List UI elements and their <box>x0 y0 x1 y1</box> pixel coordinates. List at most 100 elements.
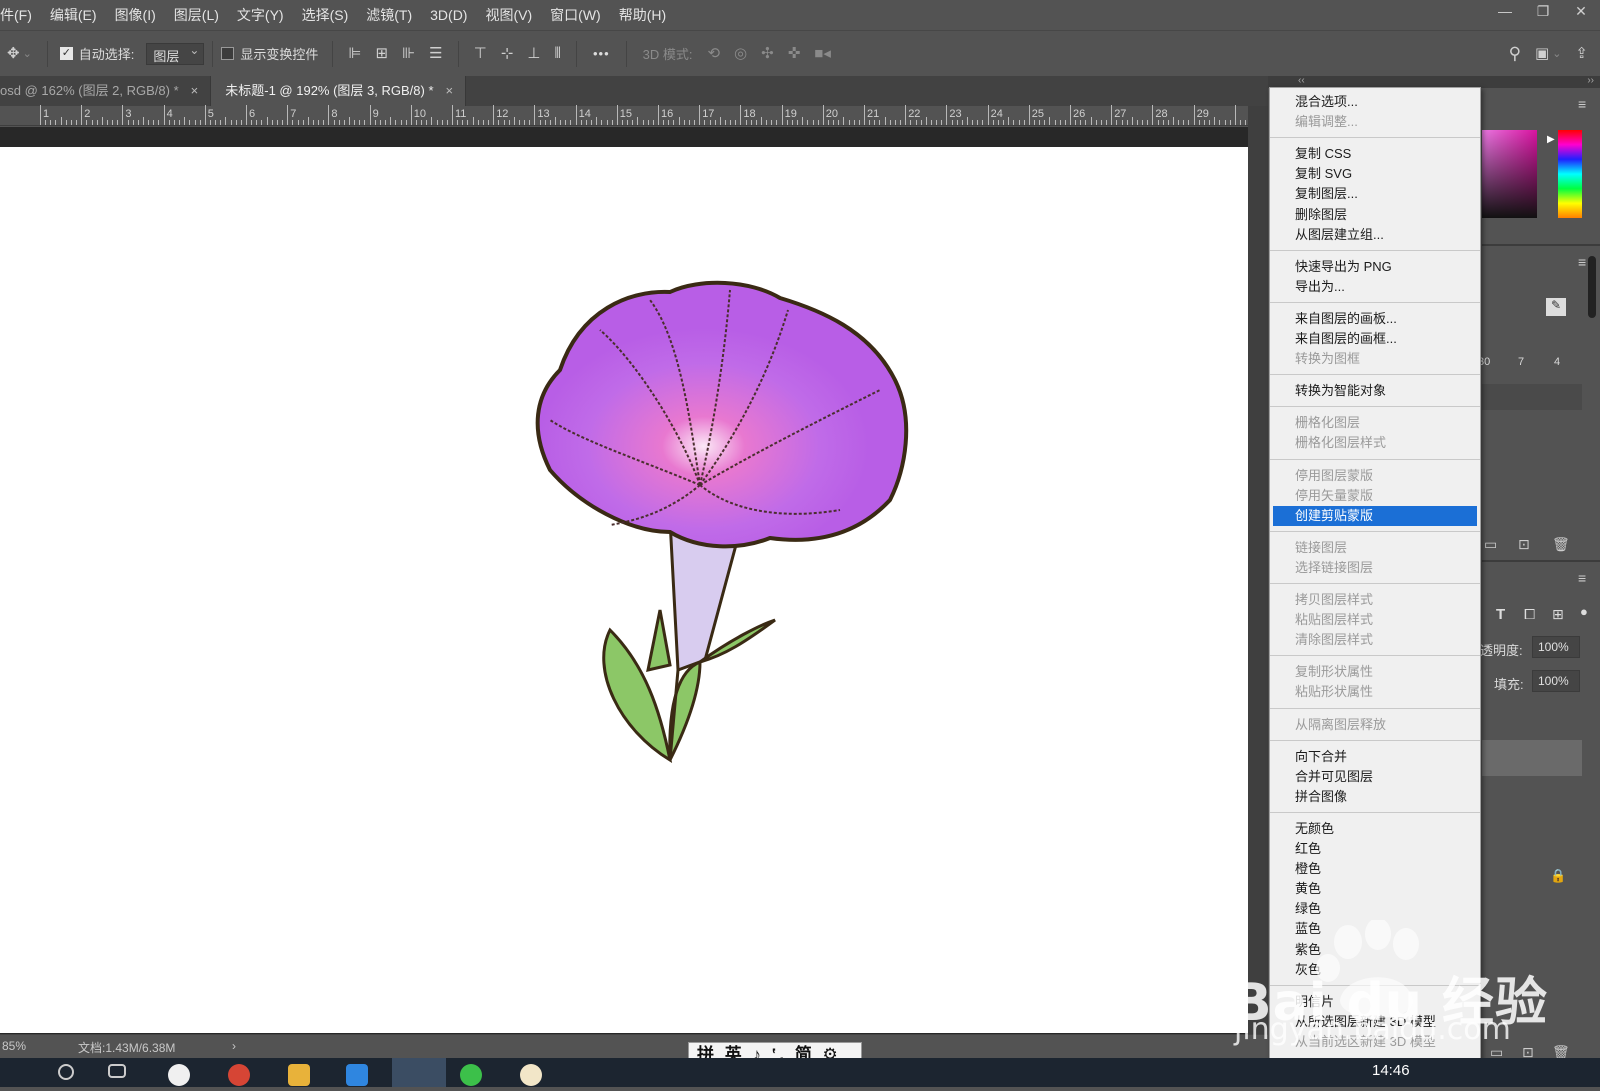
align-left-icon[interactable]: ⊫ <box>348 31 361 77</box>
trash-icon[interactable]: 🗑 <box>1552 536 1570 553</box>
wechat-icon[interactable] <box>460 1064 482 1086</box>
chevron-down-icon[interactable]: ⌄ <box>23 31 32 77</box>
context-menu-item[interactable]: 拼合图像 <box>1270 787 1480 807</box>
move-tool-icon[interactable]: ✥ <box>7 31 20 77</box>
context-menu-item[interactable]: 停用图层蒙版 <box>1270 466 1480 486</box>
context-menu-item[interactable]: 复制 SVG <box>1270 164 1480 184</box>
context-menu-item[interactable]: 删除图层 <box>1270 205 1480 225</box>
share-icon[interactable]: ⇪ <box>1575 31 1588 77</box>
more-options-button[interactable]: ••• <box>593 46 610 61</box>
fill-input[interactable]: 100% <box>1532 670 1580 692</box>
context-menu-item[interactable]: 从图层建立组... <box>1270 225 1480 245</box>
context-menu-item[interactable]: 混合选项... <box>1270 92 1480 112</box>
menu-item[interactable]: 图像(I) <box>106 0 165 30</box>
close-tab-icon[interactable]: × <box>446 83 454 98</box>
distribute-icon[interactable]: ☰ <box>429 31 442 77</box>
menu-item[interactable]: 选择(S) <box>293 0 358 30</box>
brush-size-3[interactable]: 4 <box>1554 356 1560 368</box>
context-menu-item[interactable]: 复制 CSS <box>1270 144 1480 164</box>
context-menu-item[interactable]: 创建剪贴蒙版 <box>1273 505 1477 526</box>
context-menu-item[interactable]: 拷贝图层样式 <box>1270 590 1480 610</box>
hue-slider[interactable] <box>1558 130 1582 218</box>
brush-edit-icon[interactable]: ✎ <box>1546 298 1566 316</box>
folder-icon[interactable]: ▭ <box>1484 536 1497 553</box>
context-menu-item[interactable]: 无颜色 <box>1270 819 1480 839</box>
distribute-vertical-icon[interactable]: ⦀ <box>554 31 561 77</box>
menu-item[interactable]: 窗口(W) <box>541 0 610 30</box>
panel-menu-icon[interactable]: ≡ <box>1578 570 1586 586</box>
layer-row-selected[interactable] <box>1482 740 1582 776</box>
auto-select-dropdown[interactable]: 图层 <box>146 42 205 65</box>
menu-item[interactable]: 视图(V) <box>476 0 541 30</box>
context-menu-item[interactable]: 来自图层的画板... <box>1270 309 1480 329</box>
menu-item[interactable]: 文字(Y) <box>228 0 293 30</box>
chrome-icon[interactable] <box>228 1064 250 1086</box>
context-menu-item[interactable]: 橙色 <box>1270 859 1480 879</box>
context-menu-item[interactable]: 粘贴形状属性 <box>1270 682 1480 702</box>
type-filter-icon[interactable]: T <box>1496 606 1505 623</box>
context-menu-item[interactable]: 栅格化图层样式 <box>1270 433 1480 453</box>
context-menu-item[interactable]: 编辑调整... <box>1270 112 1480 132</box>
context-menu-item[interactable]: 转换为智能对象 <box>1270 381 1480 401</box>
context-menu-item[interactable]: 复制图层... <box>1270 184 1480 204</box>
menu-item[interactable]: 帮助(H) <box>610 0 675 30</box>
workspace-icon[interactable]: ▣ <box>1535 31 1549 77</box>
new-layer-icon[interactable]: ⊡ <box>1518 536 1530 553</box>
roll-3d-icon[interactable]: ◎ <box>734 31 747 77</box>
panel-menu-icon[interactable]: ≡ <box>1578 96 1586 112</box>
align-right-icon[interactable]: ⊪ <box>402 31 415 77</box>
zoom-level[interactable]: 85% <box>2 1039 26 1053</box>
tab-document-2[interactable]: 未标题-1 @ 192% (图层 3, RGB/8) * × <box>211 76 467 106</box>
photoshop-icon[interactable] <box>392 1058 446 1087</box>
context-menu-item[interactable]: 从隔离图层释放 <box>1270 715 1480 735</box>
orbit-3d-icon[interactable]: ⟲ <box>707 31 720 77</box>
context-menu-item[interactable]: 紫色 <box>1270 940 1480 960</box>
context-menu-item[interactable]: 粘贴图层样式 <box>1270 610 1480 630</box>
tab-document-1[interactable]: osd @ 162% (图层 2, RGB/8) * × <box>0 76 212 106</box>
context-menu-item[interactable]: 黄色 <box>1270 879 1480 899</box>
smart-filter-icon[interactable]: ⊞ <box>1552 606 1564 623</box>
auto-select-checkbox[interactable] <box>59 46 73 60</box>
align-hcenter-icon[interactable]: ⊞ <box>376 31 389 77</box>
menu-item[interactable]: 件(F) <box>0 0 41 30</box>
status-arrow-icon[interactable]: › <box>232 1039 236 1053</box>
align-top-icon[interactable]: ⊤ <box>474 31 487 77</box>
folder-icon[interactable] <box>288 1064 310 1086</box>
align-vcenter-icon[interactable]: ⊹ <box>501 31 514 77</box>
chevron-down-icon[interactable]: ⌄ <box>1552 31 1561 77</box>
context-menu-item[interactable]: 快速导出为 PNG <box>1270 257 1480 277</box>
app-icon[interactable] <box>520 1064 542 1086</box>
restore-icon[interactable]: ❐ <box>1524 0 1562 24</box>
context-menu-item[interactable]: 蓝色 <box>1270 919 1480 939</box>
task-view-icon[interactable] <box>108 1064 126 1078</box>
context-menu-item[interactable]: 转换为图框 <box>1270 349 1480 369</box>
shape-filter-icon[interactable]: ⧠ <box>1524 606 1535 623</box>
context-menu-item[interactable]: 向下合并 <box>1270 747 1480 767</box>
camera-3d-icon[interactable]: ■◂ <box>814 31 831 77</box>
collapse-right-icon[interactable]: ›› <box>1587 75 1594 86</box>
minimize-icon[interactable]: — <box>1486 0 1524 24</box>
close-tab-icon[interactable]: × <box>191 83 199 98</box>
menu-item[interactable]: 图层(L) <box>165 0 228 30</box>
menu-item[interactable]: 编辑(E) <box>41 0 106 30</box>
context-menu-item[interactable]: 选择链接图层 <box>1270 558 1480 578</box>
close-icon[interactable]: ✕ <box>1562 0 1600 24</box>
context-menu-item[interactable]: 复制形状属性 <box>1270 662 1480 682</box>
show-transform-checkbox[interactable] <box>221 47 235 60</box>
brush-size-2[interactable]: 7 <box>1518 356 1524 368</box>
panel-menu-icon[interactable]: ≡ <box>1578 254 1586 270</box>
app-icon[interactable] <box>346 1064 368 1086</box>
search-icon[interactable] <box>58 1064 74 1080</box>
context-menu-item[interactable]: 红色 <box>1270 839 1480 859</box>
app-icon[interactable] <box>168 1064 190 1086</box>
vertical-scrollbar[interactable] <box>1248 106 1268 1034</box>
context-menu-item[interactable]: 绿色 <box>1270 899 1480 919</box>
filter-toggle-icon[interactable]: ● <box>1580 604 1588 619</box>
opacity-input[interactable]: 100% <box>1532 636 1580 658</box>
color-picker-field[interactable] <box>1482 130 1537 218</box>
pan-3d-icon[interactable]: ✣ <box>761 31 774 77</box>
horizontal-ruler[interactable]: 1 2 3 4 5 6 7 8 9 10 11 12 13 14 15 16 17 18 19 20 21 22 23 24 2… <box>0 105 1248 126</box>
collapse-left-icon[interactable]: ‹‹ <box>1298 75 1305 86</box>
context-menu-item[interactable]: 停用矢量蒙版 <box>1270 486 1480 506</box>
clock[interactable]: 14:46 <box>1372 1062 1410 1079</box>
